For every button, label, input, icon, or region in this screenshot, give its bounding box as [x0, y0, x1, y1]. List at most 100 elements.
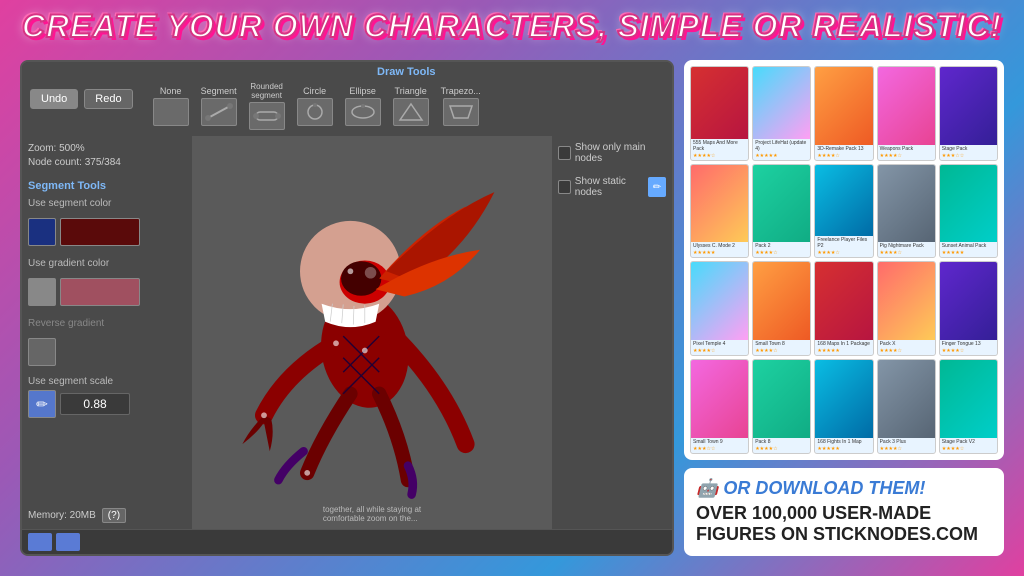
ellipse-icon — [348, 102, 378, 122]
community-card[interactable]: Pack 3 Plus ★★★★☆ — [877, 359, 936, 454]
gradient-color-preview[interactable] — [60, 278, 140, 306]
zoom-info: Zoom: 500% Node count: 375/384 — [28, 142, 186, 170]
right-panel: Show only main nodes Show static nodes ✏ — [552, 136, 672, 529]
community-card-image — [691, 67, 748, 139]
community-card-image — [753, 67, 810, 139]
scale-value[interactable]: 0.88 — [60, 393, 130, 415]
character-artwork — [192, 136, 552, 529]
community-card-stars: ★★★★☆ — [878, 250, 935, 257]
community-card[interactable]: Weapons Pack ★★★★☆ — [877, 66, 936, 161]
community-card-image — [691, 360, 748, 438]
community-card-stars: ★★★☆☆ — [691, 446, 748, 453]
show-static-nodes-row: Show static nodes ✏ — [558, 176, 666, 198]
community-card-stars: ★★★★☆ — [940, 446, 997, 453]
tool-circle[interactable]: Circle — [293, 84, 337, 128]
download-body: OVER 100,000 USER-MADE FIGURES ON STICKN… — [696, 503, 992, 546]
community-card-stars: ★★★★☆ — [815, 250, 872, 257]
community-card[interactable]: Small Town 8 ★★★★☆ — [752, 261, 811, 356]
community-card[interactable]: Small Town 9 ★★★☆☆ — [690, 359, 749, 454]
triangle-icon — [396, 102, 426, 122]
community-card[interactable]: 3D-Remake Pack 13 ★★★★☆ — [814, 66, 873, 161]
community-card-image — [815, 262, 872, 340]
community-card-image — [940, 360, 997, 438]
nav-btn-2[interactable] — [56, 533, 80, 551]
community-card[interactable]: Project LifeHat (update 4) ★★★★★ — [752, 66, 811, 161]
tool-segment[interactable]: Segment — [197, 84, 241, 128]
app-toolbar: Undo Redo Draw Tools None Segment — [22, 62, 672, 136]
community-card-stars: ★★★★☆ — [878, 153, 935, 160]
community-card[interactable]: Finger Tongue 13 ★★★★☆ — [939, 261, 998, 356]
nav-btn-1[interactable] — [28, 533, 52, 551]
community-card[interactable]: Pig Nightmare Pack ★★★★☆ — [877, 164, 936, 259]
community-card[interactable]: Sunset Animal Pack ★★★★★ — [939, 164, 998, 259]
community-card-title: Sunset Animal Pack — [940, 242, 997, 250]
community-card-image — [940, 67, 997, 145]
community-card-title: Small Town 9 — [691, 438, 748, 446]
help-button[interactable]: (?) — [102, 508, 126, 523]
community-card-title: 168 Maps In 1 Package — [815, 340, 872, 348]
main-content: Undo Redo Draw Tools None Segment — [20, 60, 1004, 556]
segment-color-row — [28, 218, 186, 246]
community-card-image — [753, 262, 810, 340]
canvas-area[interactable]: together, all while staying atcomfortabl… — [192, 136, 552, 529]
community-card-title: Stage Pack V2 — [940, 438, 997, 446]
community-card-image — [691, 165, 748, 243]
tool-trapezoid[interactable]: Trapezo... — [437, 84, 485, 128]
redo-button[interactable]: Redo — [84, 89, 132, 109]
tool-ellipse[interactable]: Ellipse — [341, 84, 385, 128]
community-card[interactable]: 168 Fights In 1 Map ★★★★★ — [814, 359, 873, 454]
undo-button[interactable]: Undo — [30, 89, 78, 109]
community-card-stars: ★★★★☆ — [815, 153, 872, 160]
community-card[interactable]: Stage Pack ★★★☆☆ — [939, 66, 998, 161]
segment-color-preview[interactable] — [60, 218, 140, 246]
community-card-title: Pack 8 — [753, 438, 810, 446]
community-card[interactable]: 168 Maps In 1 Package ★★★★★ — [814, 261, 873, 356]
main-title: CREATE YOUR OWN CHARACTERS, SIMPLE OR RE… — [22, 8, 1002, 44]
community-card-title: Stage Pack — [940, 145, 997, 153]
community-card-image — [878, 360, 935, 438]
segment-color-active-swatch[interactable] — [28, 218, 56, 246]
community-card-title: Pack X — [878, 340, 935, 348]
community-card[interactable]: Pack X ★★★★☆ — [877, 261, 936, 356]
community-card[interactable]: Stage Pack V2 ★★★★☆ — [939, 359, 998, 454]
show-static-nodes-checkbox[interactable] — [558, 180, 571, 194]
gradient-color-label: Use gradient color — [28, 258, 186, 269]
rounded-segment-icon — [252, 106, 282, 126]
community-card-title: Pack 2 — [753, 242, 810, 250]
tool-triangle[interactable]: Triangle — [389, 84, 433, 128]
community-grid: 555 Maps And More Pack ★★★★☆ Project Lif… — [684, 60, 1004, 460]
zoom-level: Zoom: 500% — [28, 142, 186, 156]
pencil-button[interactable]: ✏ — [648, 177, 666, 197]
community-card[interactable]: 555 Maps And More Pack ★★★★☆ — [690, 66, 749, 161]
segment-tools-title: Segment Tools — [28, 180, 186, 192]
tool-rounded-segment[interactable]: Roundedsegment — [245, 80, 289, 132]
gradient-color-active-swatch[interactable] — [28, 278, 56, 306]
scroll-indicator: together, all while staying atcomfortabl… — [323, 505, 421, 523]
app-window: Undo Redo Draw Tools None Segment — [20, 60, 674, 556]
tool-none[interactable]: None — [149, 84, 193, 128]
community-card[interactable]: Pack 8 ★★★★☆ — [752, 359, 811, 454]
show-main-nodes-checkbox[interactable] — [558, 146, 571, 160]
segment-color-label: Use segment color — [28, 198, 186, 209]
community-card-stars: ★★★★★ — [815, 348, 872, 355]
scale-label: Use segment scale — [28, 376, 186, 387]
community-card-image — [753, 165, 810, 243]
download-section: 🤖 OR DOWNLOAD THEM! OVER 100,000 USER-MA… — [684, 468, 1004, 556]
trapezoid-icon — [446, 102, 476, 122]
reverse-gradient-label: Reverse gradient — [28, 318, 186, 329]
show-main-nodes-label: Show only main nodes — [575, 142, 666, 164]
community-card[interactable]: Pack 2 ★★★★☆ — [752, 164, 811, 259]
community-card-stars: ★★★★★ — [691, 250, 748, 257]
community-card-title: Pixel Temple 4 — [691, 340, 748, 348]
show-main-nodes-row: Show only main nodes — [558, 142, 666, 164]
community-card-stars: ★★★★☆ — [878, 446, 935, 453]
draw-tools-label: Draw Tools — [149, 66, 664, 78]
community-card[interactable]: Ulysses C. Mode 2 ★★★★★ — [690, 164, 749, 259]
community-card-title: Pig Nightmare Pack — [878, 242, 935, 250]
community-card-stars: ★★★★★ — [940, 250, 997, 257]
reverse-gradient-swatch[interactable] — [28, 338, 56, 366]
community-card-image — [691, 262, 748, 340]
community-card-image — [878, 67, 935, 145]
community-card[interactable]: Pixel Temple 4 ★★★★☆ — [690, 261, 749, 356]
community-card[interactable]: Freelance Player Files P2 ★★★★☆ — [814, 164, 873, 259]
